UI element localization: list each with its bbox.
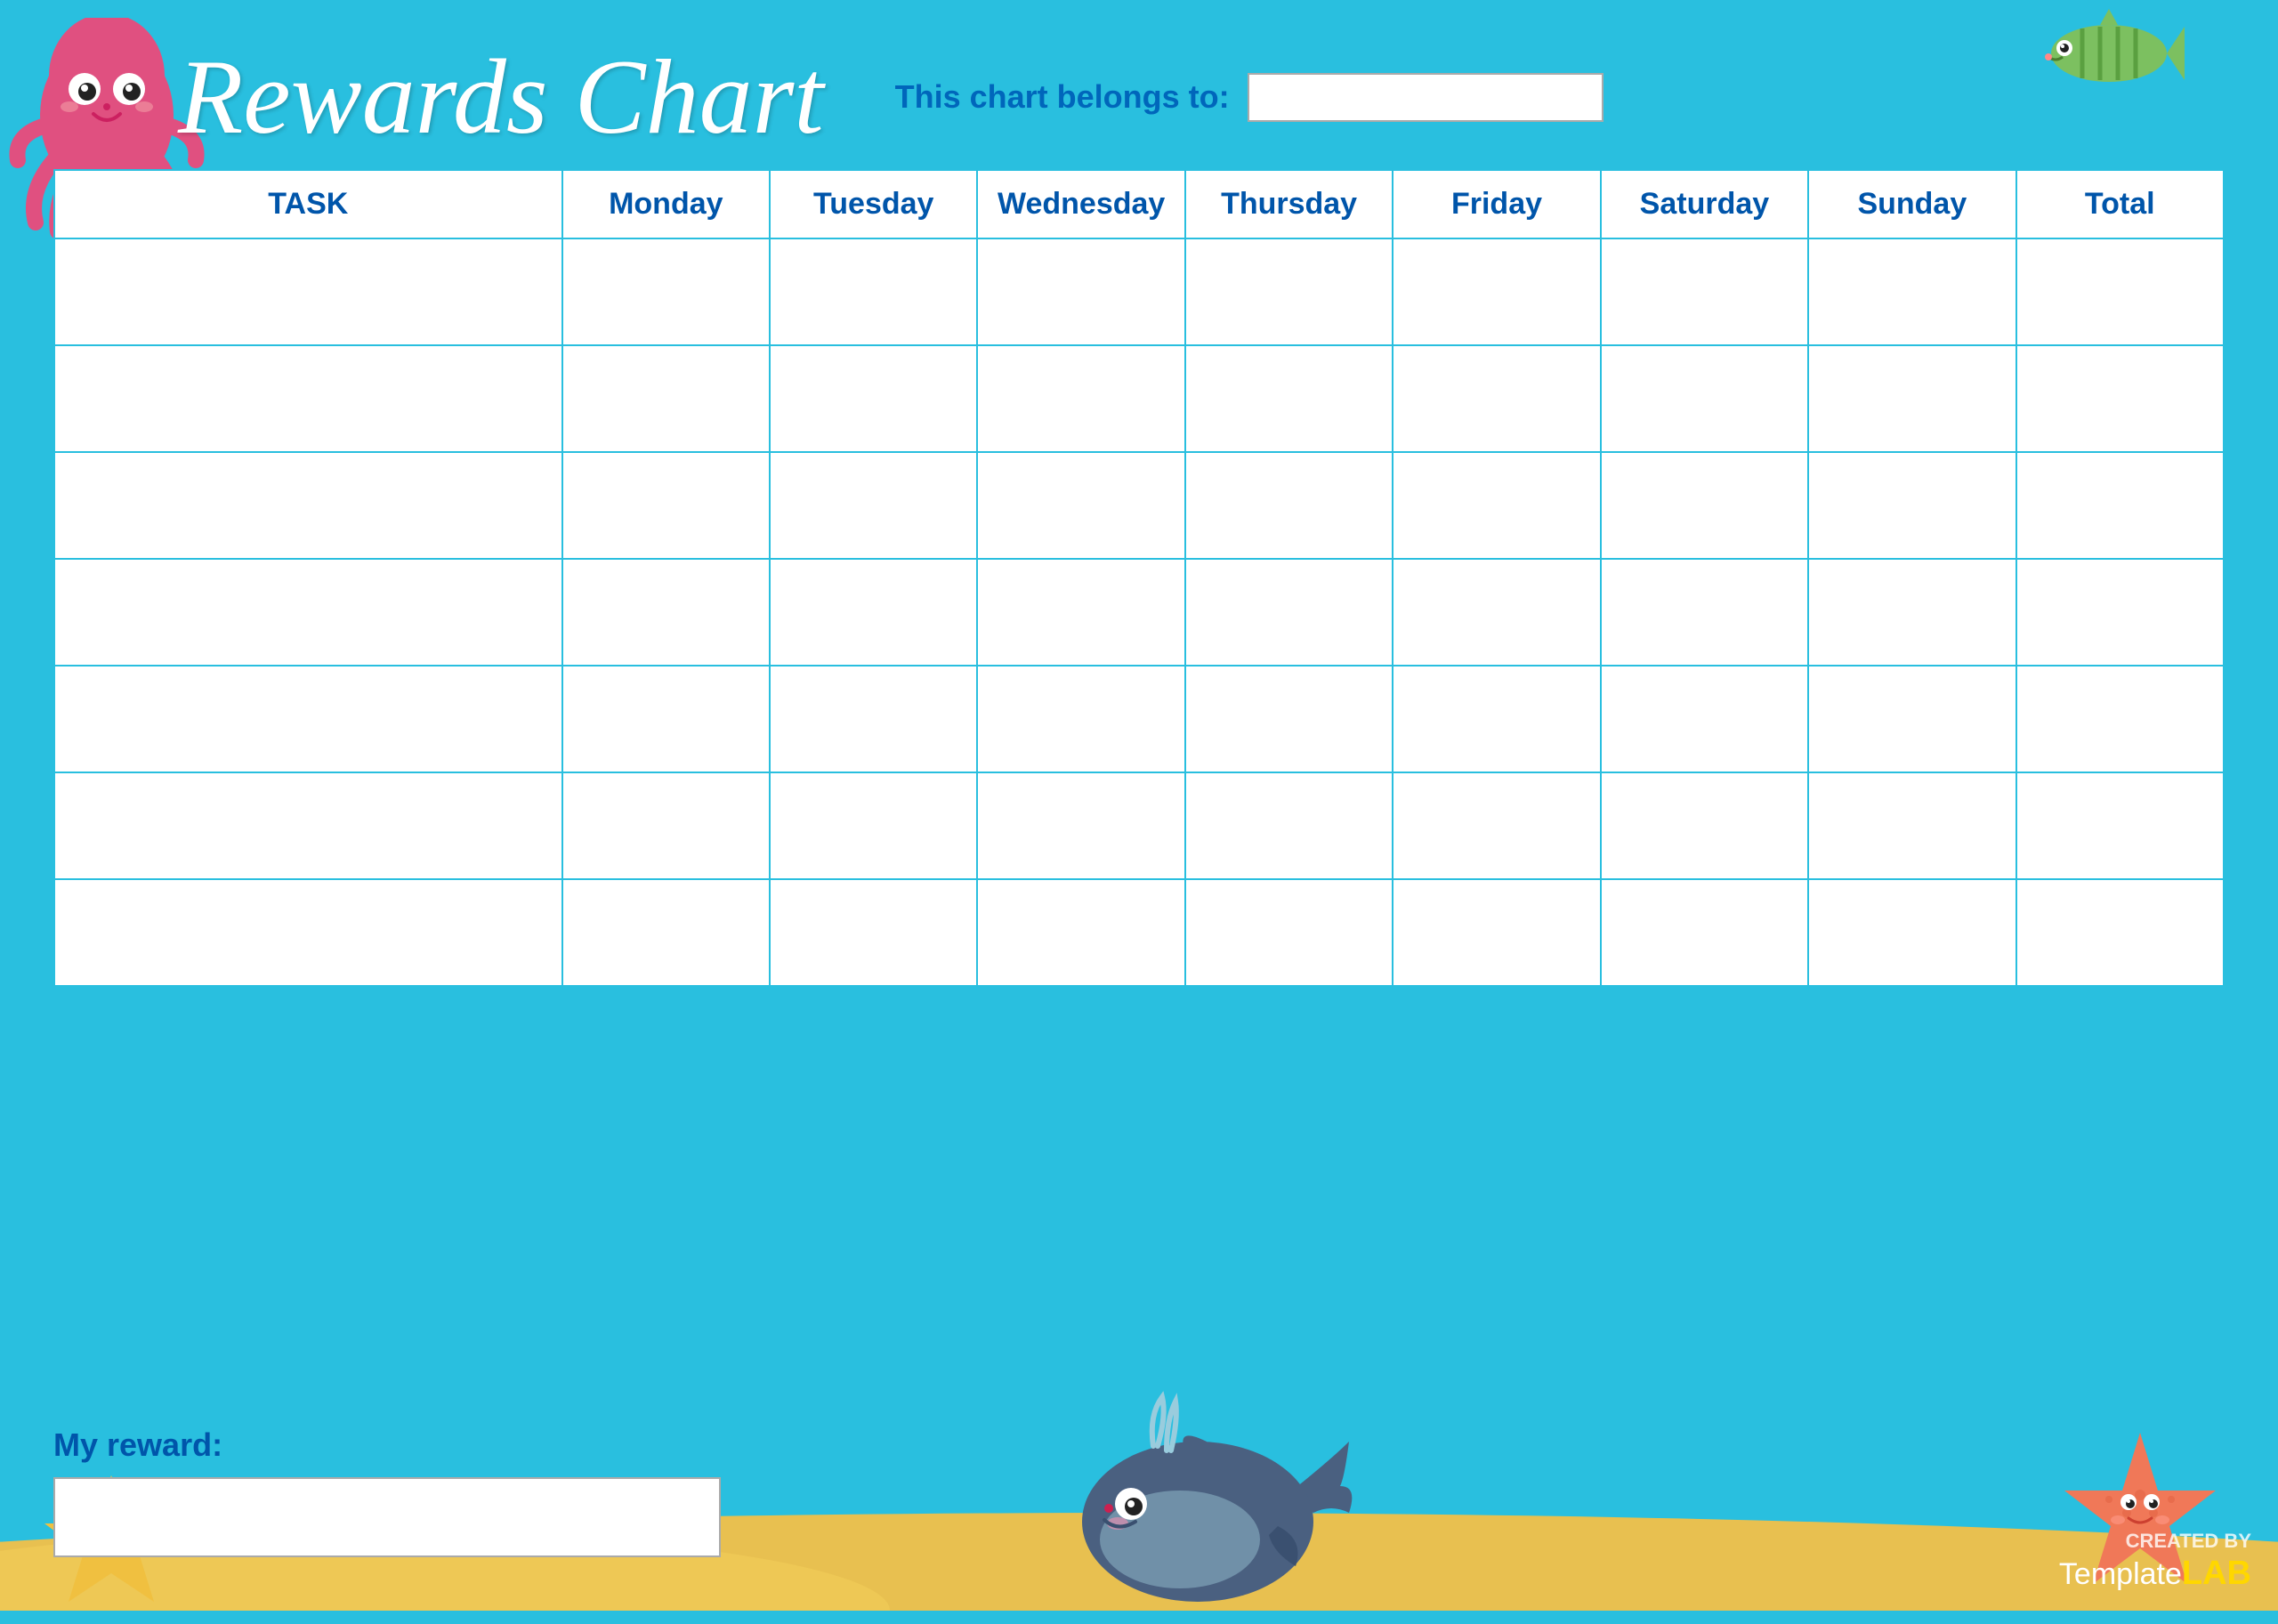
belongs-to-input[interactable] [1248, 73, 1603, 122]
day-cell[interactable] [1601, 345, 1808, 452]
table-row [54, 238, 2224, 345]
total-cell[interactable] [2016, 238, 2224, 345]
day-cell[interactable] [977, 879, 1184, 986]
task-cell[interactable] [54, 666, 562, 772]
day-cell[interactable] [1393, 666, 1600, 772]
total-cell[interactable] [2016, 772, 2224, 879]
table-row [54, 772, 2224, 879]
day-cell[interactable] [1808, 879, 2015, 986]
belongs-to-label: This chart belongs to: [895, 78, 1230, 116]
title-area: Rewards Chart This chart belongs to: [178, 36, 1603, 158]
total-cell[interactable] [2016, 666, 2224, 772]
day-cell[interactable] [1185, 452, 1393, 559]
day-cell[interactable] [1601, 238, 1808, 345]
day-cell[interactable] [1185, 666, 1393, 772]
branding-template: Template [2059, 1557, 2182, 1591]
day-cell[interactable] [977, 559, 1184, 666]
table-row [54, 345, 2224, 452]
total-cell[interactable] [2016, 879, 2224, 986]
header-thursday: Thursday [1185, 170, 1393, 238]
day-cell[interactable] [1808, 452, 2015, 559]
day-cell[interactable] [770, 666, 977, 772]
day-cell[interactable] [562, 452, 770, 559]
header-tuesday: Tuesday [770, 170, 977, 238]
page-title: Rewards Chart [178, 36, 824, 158]
day-cell[interactable] [1808, 559, 2015, 666]
day-cell[interactable] [770, 559, 977, 666]
day-cell[interactable] [1393, 879, 1600, 986]
table-header-row: TASK Monday Tuesday Wednesday Thursday F… [54, 170, 2224, 238]
day-cell[interactable] [977, 345, 1184, 452]
task-cell[interactable] [54, 879, 562, 986]
day-cell[interactable] [1185, 772, 1393, 879]
day-cell[interactable] [977, 238, 1184, 345]
day-cell[interactable] [1601, 452, 1808, 559]
day-cell[interactable] [1808, 238, 2015, 345]
day-cell[interactable] [1393, 345, 1600, 452]
day-cell[interactable] [562, 666, 770, 772]
day-cell[interactable] [770, 345, 977, 452]
day-cell[interactable] [1601, 666, 1808, 772]
rewards-table-container: TASK Monday Tuesday Wednesday Thursday F… [53, 169, 2225, 987]
day-cell[interactable] [1185, 879, 1393, 986]
task-cell[interactable] [54, 345, 562, 452]
day-cell[interactable] [1808, 666, 2015, 772]
task-cell[interactable] [54, 559, 562, 666]
day-cell[interactable] [1601, 772, 1808, 879]
day-cell[interactable] [1601, 879, 1808, 986]
day-cell[interactable] [770, 772, 977, 879]
day-cell[interactable] [1393, 452, 1600, 559]
day-cell[interactable] [977, 666, 1184, 772]
header-task: TASK [54, 170, 562, 238]
task-cell[interactable] [54, 238, 562, 345]
table-row [54, 879, 2224, 986]
task-cell[interactable] [54, 772, 562, 879]
day-cell[interactable] [562, 879, 770, 986]
day-cell[interactable] [562, 238, 770, 345]
bottom-area: My reward: [53, 1426, 721, 1557]
day-cell[interactable] [1185, 238, 1393, 345]
header-monday: Monday [562, 170, 770, 238]
rewards-table: TASK Monday Tuesday Wednesday Thursday F… [53, 169, 2225, 987]
belongs-to-area: This chart belongs to: [895, 73, 1603, 122]
fish-decoration [2029, 9, 2189, 98]
header-friday: Friday [1393, 170, 1600, 238]
header-wednesday: Wednesday [977, 170, 1184, 238]
day-cell[interactable] [1185, 345, 1393, 452]
header-sunday: Sunday [1808, 170, 2015, 238]
header-saturday: Saturday [1601, 170, 1808, 238]
day-cell[interactable] [1185, 559, 1393, 666]
day-cell[interactable] [562, 772, 770, 879]
day-cell[interactable] [1393, 238, 1600, 345]
whale-decoration [1082, 1388, 1367, 1611]
day-cell[interactable] [562, 345, 770, 452]
day-cell[interactable] [562, 559, 770, 666]
day-cell[interactable] [1601, 559, 1808, 666]
my-reward-input[interactable] [53, 1477, 721, 1557]
day-cell[interactable] [1393, 772, 1600, 879]
table-row [54, 452, 2224, 559]
total-cell[interactable] [2016, 345, 2224, 452]
table-row [54, 666, 2224, 772]
table-row [54, 559, 2224, 666]
total-cell[interactable] [2016, 559, 2224, 666]
total-cell[interactable] [2016, 452, 2224, 559]
branding-lab: LAB [2182, 1555, 2251, 1592]
day-cell[interactable] [770, 452, 977, 559]
day-cell[interactable] [977, 452, 1184, 559]
day-cell[interactable] [977, 772, 1184, 879]
task-cell[interactable] [54, 452, 562, 559]
day-cell[interactable] [1393, 559, 1600, 666]
day-cell[interactable] [770, 238, 977, 345]
day-cell[interactable] [1808, 345, 2015, 452]
day-cell[interactable] [770, 879, 977, 986]
header-total: Total [2016, 170, 2224, 238]
my-reward-label: My reward: [53, 1426, 721, 1464]
branding: CREATED BY TemplateLAB [2059, 1530, 2251, 1593]
day-cell[interactable] [1808, 772, 2015, 879]
